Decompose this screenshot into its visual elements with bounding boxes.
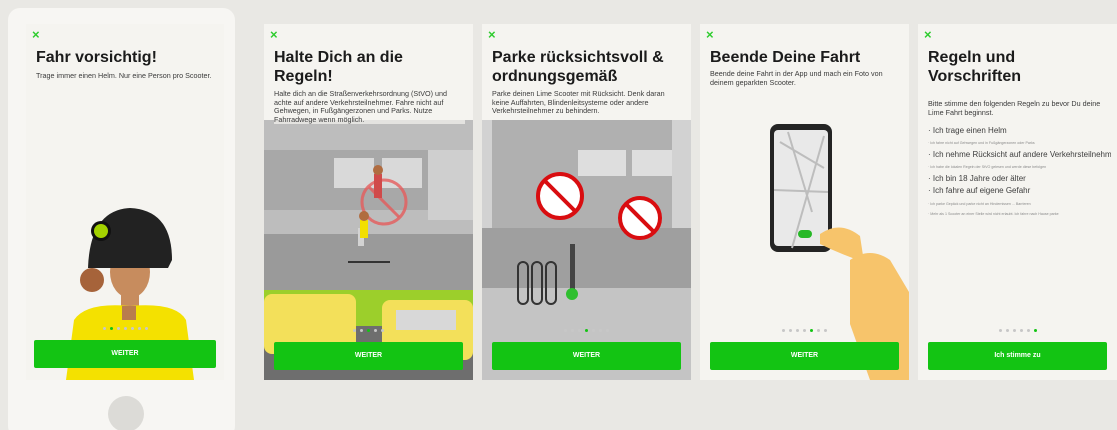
rule-item: · Ich fahre auf eigene Gefahr xyxy=(928,186,1031,195)
screen-title: Halte Dich an die Regeln! xyxy=(274,49,403,85)
rule-item: · Ich habe die lokalen Regeln der StVO g… xyxy=(928,165,1047,169)
close-icon[interactable]: × xyxy=(488,28,496,41)
pagination-dots xyxy=(26,327,224,330)
screen-1-safety: × Fahr vorsichtig! Trage immer einen Hel… xyxy=(26,24,224,380)
screen-body: Halte dich an die Straßenverkehrsordnung… xyxy=(274,89,465,125)
next-button[interactable]: WEITER xyxy=(710,342,899,370)
screen-2-rules: × Halte Dich an die Regeln! Halte dich a… xyxy=(264,24,473,380)
home-button[interactable] xyxy=(108,396,144,430)
next-button[interactable]: WEITER xyxy=(492,342,681,370)
pagination-dots xyxy=(918,329,1117,332)
close-icon[interactable]: × xyxy=(924,28,932,41)
screen-title: Regeln und Vorschriften xyxy=(928,49,1022,85)
rule-item: · Ich bin 18 Jahre oder älter xyxy=(928,174,1026,183)
rule-item: · Ich fahre nicht auf Gehwegen und in Fu… xyxy=(928,141,1035,145)
screen-3-parking: × Parke rücksichtsvoll & ordnungsgemäß P… xyxy=(482,24,691,380)
screen-5-agreement: × Regeln und Vorschriften Bitte stimme d… xyxy=(918,24,1117,380)
pagination-dots xyxy=(264,329,473,332)
next-button[interactable]: WEITER xyxy=(274,342,463,370)
pagination-dots xyxy=(700,329,909,332)
screen-body: Bitte stimme den folgenden Regeln zu bev… xyxy=(928,99,1101,117)
pagination-dots xyxy=(482,329,691,332)
rule-item: · Ich nehme Rücksicht auf andere Verkehr… xyxy=(928,150,1111,159)
close-icon[interactable]: × xyxy=(270,28,278,41)
next-button[interactable]: WEITER xyxy=(34,340,216,368)
screen-title: Parke rücksichtsvoll & ordnungsgemäß xyxy=(492,49,664,85)
screen-4-end-ride: × Beende Deine Fahrt Beende deine Fahrt … xyxy=(700,24,909,380)
phone-photo-illustration xyxy=(770,124,909,380)
rule-item: · Ich trage einen Helm xyxy=(928,126,1007,135)
rule-item: · Mehr als 1 Scooter an einer Stelle wir… xyxy=(928,212,1059,216)
rule-item: · Ich parke Gepäck und parke nicht an Hi… xyxy=(928,202,1031,206)
agree-button[interactable]: Ich stimme zu xyxy=(928,342,1107,370)
screen-body: Parke deinen Lime Scooter mit Rücksicht.… xyxy=(492,89,665,116)
